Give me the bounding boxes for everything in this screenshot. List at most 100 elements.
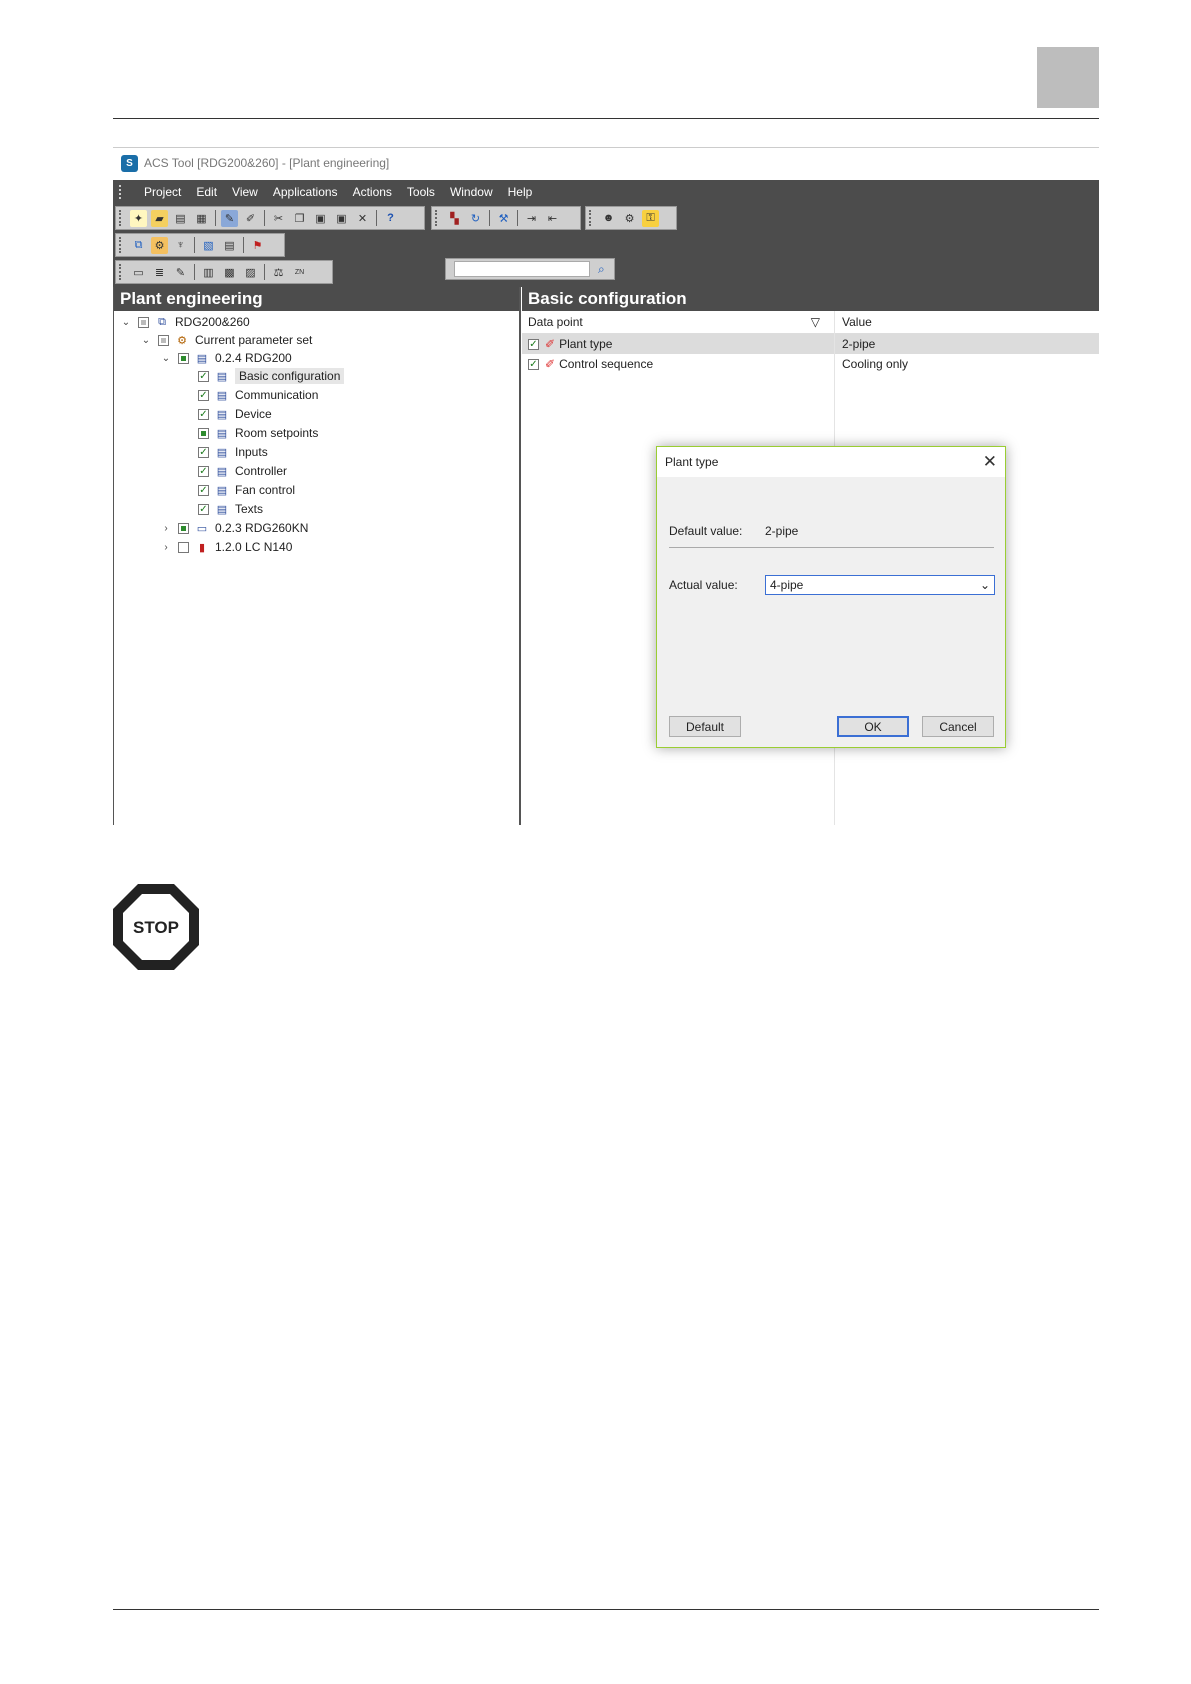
tree-node-lc-n140[interactable]: › ▮ 1.2.0 LC N140 (160, 538, 292, 556)
tree-checkbox[interactable] (158, 334, 169, 346)
menu-applications[interactable]: Applications (273, 185, 338, 199)
tree-node-texts[interactable]: ✓ ▤ Texts (198, 500, 263, 518)
tree-node-controller[interactable]: ✓ ▤ Controller (198, 462, 287, 480)
parameter-set-icon[interactable]: ⚙ (151, 236, 168, 254)
column-header-value[interactable]: Value (834, 315, 872, 329)
menu-grip[interactable] (119, 185, 124, 199)
table-icon[interactable]: ▤ (221, 237, 238, 254)
toolbar-grip[interactable] (119, 210, 124, 226)
chevron-down-icon[interactable]: ⌄ (980, 578, 990, 592)
tree-checkbox[interactable] (198, 427, 209, 439)
filter-icon[interactable]: ▽ (811, 315, 820, 329)
tree-checkbox[interactable] (138, 316, 149, 328)
plug-icon[interactable]: ✐ (242, 210, 259, 227)
default-value-label: Default value: (669, 524, 743, 538)
chevron-right-icon[interactable]: › (160, 523, 172, 534)
grid-icon[interactable]: ▦ (193, 210, 210, 227)
tree-node-room-setpoints[interactable]: ▤ Room setpoints (198, 424, 318, 442)
export-icon[interactable]: ⇥ (523, 210, 540, 227)
close-icon[interactable]: ✕ (983, 452, 997, 472)
tree-checkbox[interactable] (178, 352, 189, 364)
default-button[interactable]: Default (669, 716, 741, 737)
tree-checkbox[interactable] (178, 541, 189, 553)
tree-checkbox[interactable]: ✓ (198, 446, 209, 458)
toolbar-grip[interactable] (589, 210, 594, 226)
tree-node-root[interactable]: ⌄ ⧉ RDG200&260 (120, 313, 250, 331)
cut-icon[interactable]: ✂ (270, 210, 287, 227)
tree-node-basic-configuration[interactable]: ✓ ▤ Basic configuration (198, 367, 345, 385)
row-checkbox[interactable]: ✓ (528, 358, 539, 370)
zone-icon[interactable]: ZN (291, 264, 308, 281)
scale-icon[interactable]: ⚖ (270, 264, 287, 281)
probe-icon[interactable]: ♆ (172, 237, 189, 254)
toolbar-grip[interactable] (119, 237, 124, 253)
print-icon[interactable]: ▥ (200, 264, 217, 281)
tree-node-fan-control[interactable]: ✓ ▤ Fan control (198, 481, 295, 499)
table-row[interactable]: ✓ ✐ Control sequence Cooling only (522, 354, 1099, 374)
chart-icon[interactable]: ▧ (200, 237, 217, 254)
settings-gear-icon[interactable]: ⚙ (621, 210, 638, 227)
delete-icon[interactable]: ✕ (354, 210, 371, 227)
copy-icon[interactable]: ❐ (291, 210, 308, 227)
menu-edit[interactable]: Edit (196, 185, 217, 199)
column-header-data-point[interactable]: Data point ▽ (522, 315, 834, 329)
tree-checkbox[interactable]: ✓ (198, 503, 209, 515)
chevron-down-icon[interactable]: ⌄ (120, 317, 132, 328)
tree-checkbox[interactable]: ✓ (198, 370, 209, 382)
menu-tools[interactable]: Tools (407, 185, 435, 199)
book-icon[interactable]: ▭ (130, 264, 147, 281)
ok-button[interactable]: OK (837, 716, 909, 737)
tree-checkbox[interactable]: ✓ (198, 389, 209, 401)
search-icon[interactable]: ⌕ (598, 262, 605, 277)
value-cell[interactable]: 2-pipe (834, 337, 875, 351)
tree-node-rdg260kn[interactable]: › ▭ 0.2.3 RDG260KN (160, 519, 308, 537)
user-icon[interactable]: ☻ (600, 210, 617, 227)
tree-node-inputs[interactable]: ✓ ▤ Inputs (198, 443, 268, 461)
connect-icon[interactable]: ✎ (221, 209, 238, 227)
chevron-right-icon[interactable]: › (160, 542, 172, 553)
document-icon: ▤ (216, 408, 228, 421)
toolbar-grip[interactable] (119, 264, 124, 280)
report-icon[interactable]: ▨ (242, 264, 259, 281)
row-checkbox[interactable]: ✓ (528, 338, 539, 350)
help-icon[interactable]: ? (382, 210, 399, 227)
tree-checkbox[interactable]: ✓ (198, 484, 209, 496)
open-folder-icon[interactable]: ▰ (151, 209, 168, 227)
value-cell[interactable]: Cooling only (834, 357, 908, 371)
toolbar-grip[interactable] (435, 210, 440, 226)
device-icon[interactable]: ▚ (446, 210, 463, 227)
new-icon[interactable]: ✦ (130, 209, 147, 227)
chevron-down-icon[interactable]: ⌄ (140, 335, 152, 346)
chevron-down-icon[interactable]: ⌄ (160, 353, 172, 364)
tree-node-parameter-set[interactable]: ⌄ ⚙ Current parameter set (140, 331, 313, 349)
save-icon[interactable]: ▤ (172, 210, 189, 227)
toolbar-separator (517, 210, 518, 226)
search-input[interactable] (454, 261, 590, 277)
dialog-divider (669, 547, 994, 548)
tree-checkbox[interactable] (178, 522, 189, 534)
tree-node-device[interactable]: ✓ ▤ Device (198, 405, 272, 423)
cancel-button[interactable]: Cancel (922, 716, 994, 737)
paste-special-icon[interactable]: ▣ (333, 210, 350, 227)
menu-window[interactable]: Window (450, 185, 493, 199)
key-icon[interactable]: ⚿ (642, 209, 659, 227)
menu-help[interactable]: Help (508, 185, 533, 199)
import-icon[interactable]: ⇤ (544, 210, 561, 227)
wrench-icon[interactable]: ⚒ (495, 210, 512, 227)
pencil-icon[interactable]: ✎ (172, 264, 189, 281)
paste-icon[interactable]: ▣ (312, 210, 329, 227)
network-icon[interactable]: ⧉ (130, 237, 147, 254)
flag-icon[interactable]: ⚑ (249, 237, 266, 254)
tree-checkbox[interactable]: ✓ (198, 408, 209, 420)
tree-checkbox[interactable]: ✓ (198, 465, 209, 477)
tree-node-rdg200[interactable]: ⌄ ▤ 0.2.4 RDG200 (160, 349, 292, 367)
print-preview-icon[interactable]: ▩ (221, 264, 238, 281)
list-icon[interactable]: ≣ (151, 264, 168, 281)
tree-node-communication[interactable]: ✓ ▤ Communication (198, 386, 318, 404)
menu-view[interactable]: View (232, 185, 258, 199)
menu-project[interactable]: Project (144, 185, 181, 199)
table-row[interactable]: ✓ ✐ Plant type 2-pipe (522, 334, 1099, 354)
menu-actions[interactable]: Actions (353, 185, 392, 199)
actual-value-select[interactable]: 4-pipe ⌄ (765, 575, 995, 595)
refresh-icon[interactable]: ↻ (467, 210, 484, 227)
